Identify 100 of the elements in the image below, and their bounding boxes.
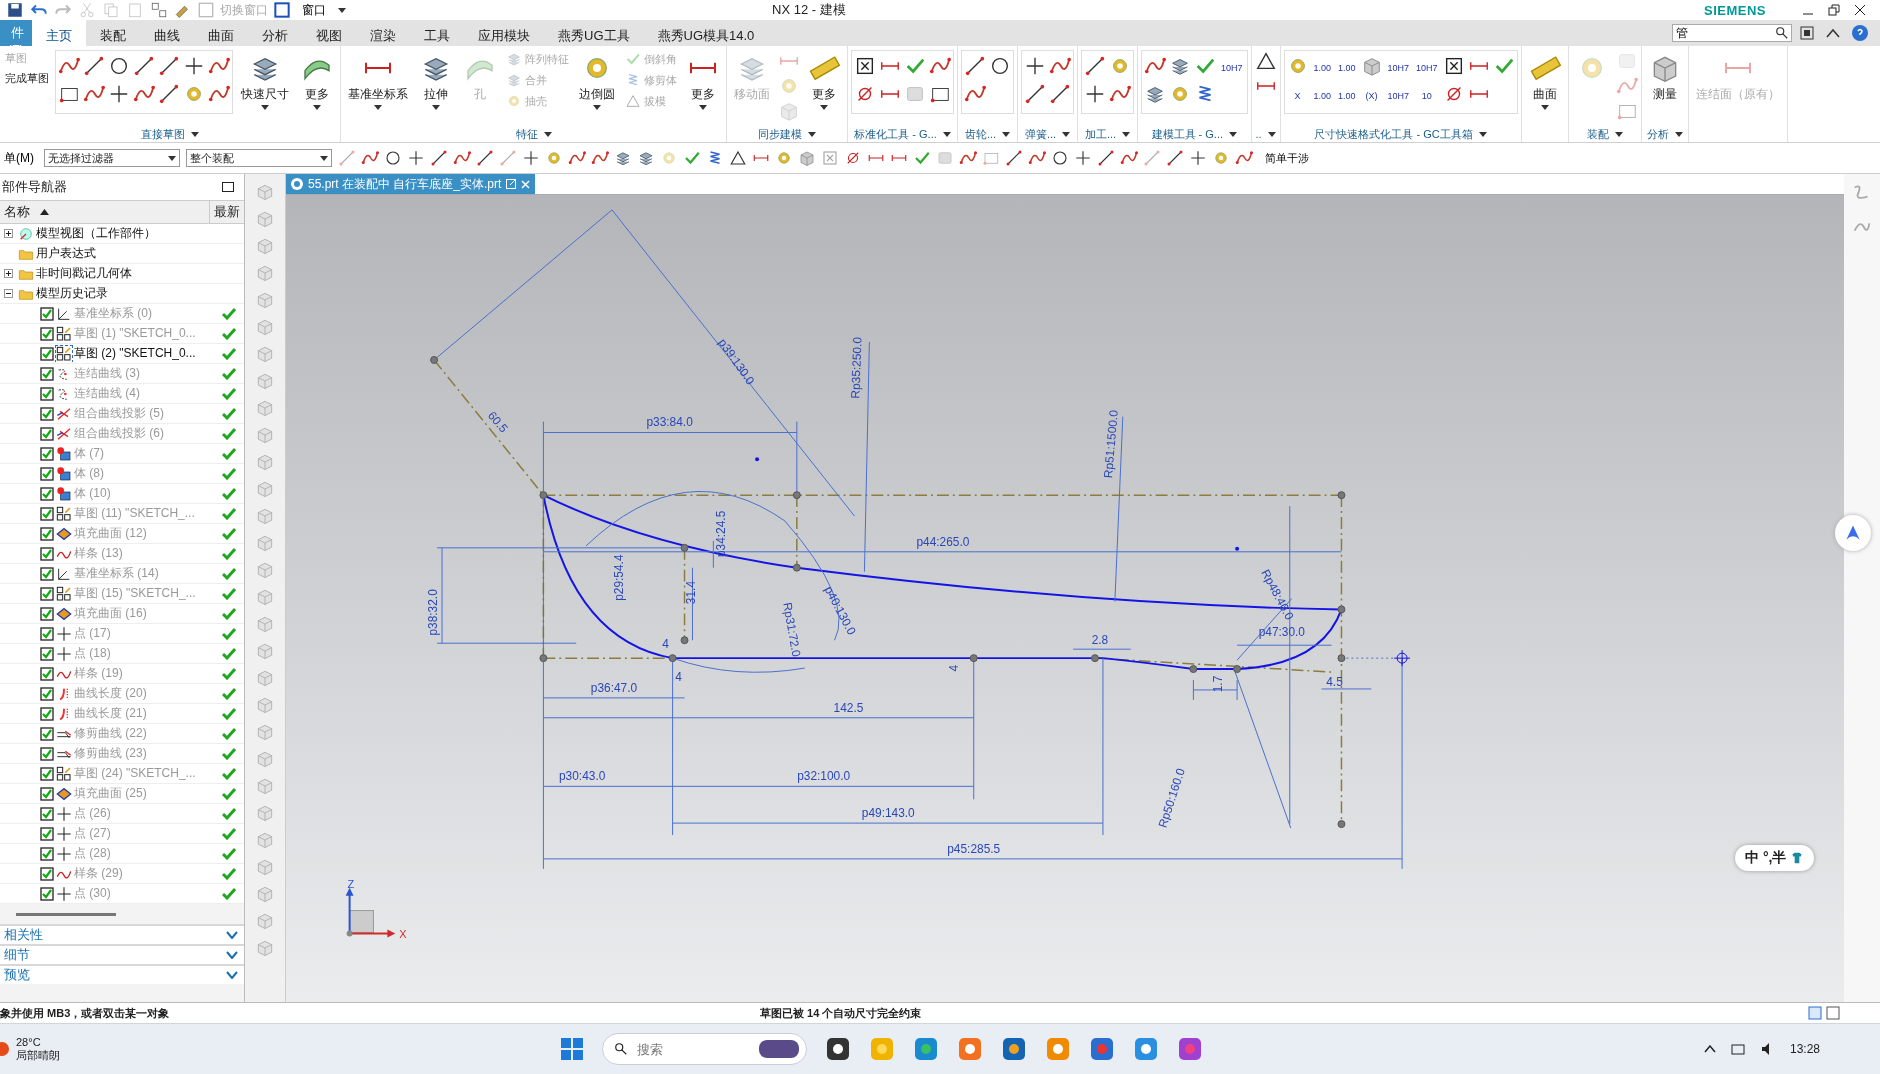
tree-item[interactable]: 修剪曲线 (23) bbox=[74, 745, 147, 762]
ribbon-button[interactable]: 完成草图 bbox=[3, 70, 51, 87]
dimension-label[interactable]: p36:47.0 bbox=[590, 680, 638, 695]
checked-checkbox[interactable] bbox=[40, 766, 54, 781]
tree-item[interactable]: 体 (7) bbox=[74, 445, 104, 462]
collapse-icon[interactable] bbox=[1826, 28, 1840, 38]
checkmark-icon[interactable] bbox=[683, 149, 701, 167]
fullscreen-icon[interactable] bbox=[1800, 26, 1814, 40]
tree-item[interactable]: 草图 (24) "SKETCH_... bbox=[74, 765, 196, 782]
ribbon-tab[interactable]: 渲染 bbox=[356, 20, 410, 46]
tree-item[interactable]: 修剪曲线 (22) bbox=[74, 725, 147, 742]
checked-checkbox[interactable] bbox=[40, 706, 54, 721]
curve-icon[interactable] bbox=[1028, 149, 1046, 167]
dimension-label[interactable]: p33:84.0 bbox=[646, 414, 693, 429]
ribbon-button[interactable]: 更多 bbox=[804, 50, 844, 112]
file-tab[interactable]: 55.prt 在装配中 自行车底座_实体.prt bbox=[286, 174, 536, 194]
circle-icon[interactable] bbox=[989, 55, 1011, 77]
line-icon[interactable] bbox=[1024, 83, 1046, 105]
tree-item[interactable]: 点 (28) bbox=[74, 845, 111, 862]
dimension-label[interactable]: 1.7 bbox=[1211, 675, 1226, 693]
cross-icon[interactable] bbox=[1084, 83, 1106, 105]
menu-button[interactable]: 单(M) bbox=[0, 149, 38, 167]
dimension-label[interactable]: 31.4 bbox=[684, 580, 699, 605]
tree-item[interactable]: 曲线长度 (20) bbox=[74, 685, 147, 702]
checked-checkbox[interactable] bbox=[40, 606, 54, 621]
line-icon[interactable] bbox=[1005, 149, 1023, 167]
tree-item[interactable]: 点 (17) bbox=[74, 625, 111, 642]
checked-checkbox[interactable] bbox=[40, 886, 54, 901]
curve-icon[interactable] bbox=[1120, 149, 1138, 167]
checkmark-icon[interactable] bbox=[913, 149, 931, 167]
tree-item[interactable]: 点 (18) bbox=[74, 645, 111, 662]
checked-checkbox[interactable] bbox=[40, 386, 54, 401]
format-button[interactable]: 1.00 bbox=[1336, 55, 1358, 81]
ribbon-tab[interactable]: 工具 bbox=[410, 20, 464, 46]
ribbon-button[interactable]: 边倒圆 bbox=[575, 50, 619, 112]
format-button[interactable]: 10H7 bbox=[1219, 55, 1245, 81]
cross-icon[interactable] bbox=[407, 149, 425, 167]
checked-checkbox[interactable] bbox=[40, 426, 54, 441]
boxed-x-icon[interactable] bbox=[854, 55, 876, 77]
cross-icon[interactable] bbox=[108, 83, 130, 105]
save-icon[interactable] bbox=[6, 1, 24, 19]
dimension-label[interactable]: p44:265.0 bbox=[916, 534, 970, 549]
format-button[interactable]: 10H7 bbox=[1414, 55, 1440, 81]
checked-checkbox[interactable] bbox=[40, 466, 54, 481]
curve-icon[interactable] bbox=[959, 149, 977, 167]
tree-item[interactable]: 连结曲线 (3) bbox=[74, 365, 140, 382]
search-icon[interactable] bbox=[1775, 26, 1789, 40]
popout-icon[interactable] bbox=[506, 179, 517, 189]
format-button[interactable]: 1.00 bbox=[1311, 55, 1334, 81]
tree-item[interactable]: 模型视图（工作部件） bbox=[36, 225, 156, 242]
line-icon[interactable] bbox=[1084, 55, 1106, 77]
dimension-label[interactable]: 4 bbox=[946, 664, 961, 672]
cross-icon[interactable] bbox=[1189, 149, 1207, 167]
tree-item[interactable]: 体 (8) bbox=[74, 465, 104, 482]
tree-item[interactable]: 填充曲面 (12) bbox=[74, 525, 147, 542]
ribbon-tab[interactable]: 分析 bbox=[248, 20, 302, 46]
format-button[interactable]: 1.00 bbox=[1311, 83, 1334, 109]
curve-icon[interactable] bbox=[1235, 149, 1253, 167]
dimension-label[interactable]: 60.5 bbox=[484, 408, 511, 436]
line-icon[interactable] bbox=[1097, 149, 1115, 167]
checked-checkbox[interactable] bbox=[40, 746, 54, 761]
tree-item[interactable]: 曲线长度 (21) bbox=[74, 705, 147, 722]
ribbon-tab[interactable]: 应用模块 bbox=[464, 20, 544, 46]
search-field[interactable]: 管 bbox=[1672, 24, 1792, 42]
help-icon[interactable] bbox=[1852, 25, 1868, 41]
format-button[interactable]: X bbox=[1286, 83, 1309, 109]
dimension-label[interactable]: 2.8 bbox=[1091, 633, 1109, 648]
app-icon[interactable] bbox=[825, 1036, 851, 1062]
ribbon-tab[interactable]: 燕秀UG模具14.0 bbox=[643, 20, 769, 46]
clipboard-icon[interactable] bbox=[126, 1, 144, 19]
expand-toggle-icon[interactable] bbox=[4, 229, 13, 238]
interference-button[interactable]: 简单干涉 bbox=[1259, 149, 1315, 167]
layers-icon[interactable] bbox=[637, 149, 655, 167]
circle-icon[interactable] bbox=[384, 149, 402, 167]
checked-checkbox[interactable] bbox=[40, 626, 54, 641]
checked-checkbox[interactable] bbox=[40, 326, 54, 341]
network-icon[interactable] bbox=[1729, 1041, 1746, 1057]
checked-checkbox[interactable] bbox=[40, 646, 54, 661]
tree-item[interactable]: 点 (30) bbox=[74, 885, 111, 902]
checked-checkbox[interactable] bbox=[40, 306, 54, 321]
section-header[interactable]: 相关性 bbox=[0, 924, 244, 944]
tree-item[interactable]: 点 (27) bbox=[74, 825, 111, 842]
checked-checkbox[interactable] bbox=[40, 686, 54, 701]
tree-item[interactable]: 组合曲线投影 (5) bbox=[74, 405, 164, 422]
curve-icon[interactable] bbox=[568, 149, 586, 167]
checked-checkbox[interactable] bbox=[40, 366, 54, 381]
tree-item[interactable]: 样条 (19) bbox=[74, 665, 123, 682]
dimension-label[interactable]: 142.5 bbox=[833, 700, 864, 715]
tree-item[interactable]: 填充曲面 (16) bbox=[74, 605, 147, 622]
circle-icon[interactable] bbox=[1051, 149, 1069, 167]
scope-dropdown[interactable]: 整个装配 bbox=[186, 149, 332, 167]
checked-checkbox[interactable] bbox=[40, 786, 54, 801]
column-header[interactable]: 最新 bbox=[210, 201, 244, 223]
ribbon-tab[interactable]: 装配 bbox=[86, 20, 140, 46]
tree-item[interactable]: 草图 (15) "SKETCH_... bbox=[74, 585, 196, 602]
chevron-up-icon[interactable] bbox=[1703, 1045, 1716, 1053]
checked-checkbox[interactable] bbox=[40, 826, 54, 841]
tree-item[interactable]: 草图 (1) "SKETCH_0... bbox=[74, 325, 196, 342]
line-icon[interactable] bbox=[158, 83, 180, 105]
tree-item[interactable]: 点 (26) bbox=[74, 805, 111, 822]
